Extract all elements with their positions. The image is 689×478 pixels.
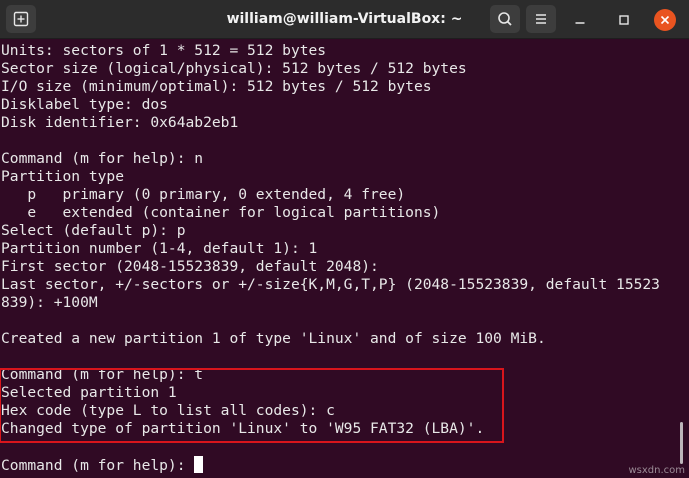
maximize-button[interactable] <box>613 9 635 31</box>
minimize-button[interactable] <box>569 9 591 31</box>
terminal-line: I/O size (minimum/optimal): 512 bytes / … <box>1 78 432 95</box>
maximize-icon <box>619 15 629 25</box>
terminal-line: Disk identifier: 0x64ab2eb1 <box>1 114 239 131</box>
scrollbar[interactable] <box>680 422 683 464</box>
menu-button[interactable] <box>526 5 556 33</box>
hamburger-menu-icon <box>536 14 546 24</box>
close-button[interactable] <box>654 9 676 31</box>
text-cursor <box>194 456 204 473</box>
terminal-line: Sector size (logical/physical): 512 byte… <box>1 60 467 77</box>
watermark: wsxdn.com <box>628 465 685 476</box>
terminal-line: p primary (0 primary, 0 extended, 4 free… <box>1 186 406 203</box>
search-icon <box>498 12 512 26</box>
search-button[interactable] <box>490 5 520 33</box>
terminal-line: 839): +100M <box>1 294 98 311</box>
terminal-line: Created a new partition 1 of type 'Linux… <box>1 330 546 347</box>
terminal-line: e extended (container for logical partit… <box>1 204 441 221</box>
terminal-line: Last sector, +/-sectors or +/-size{K,M,G… <box>1 276 660 293</box>
close-icon <box>660 15 670 25</box>
terminal-prompt-line[interactable]: Command (m for help): <box>1 456 676 474</box>
minimize-icon <box>575 22 585 24</box>
terminal-line: Command (m for help): n <box>1 150 204 167</box>
terminal-line: Select (default p): p <box>1 222 186 239</box>
new-tab-icon <box>13 11 29 27</box>
terminal-line: Units: sectors of 1 * 512 = 512 bytes <box>1 42 327 59</box>
terminal-line: Disklabel type: dos <box>1 96 168 113</box>
highlight-box <box>0 368 504 443</box>
terminal-line: Partition number (1-4, default 1): 1 <box>1 240 318 257</box>
new-tab-button[interactable] <box>6 5 36 33</box>
window-title: william@william-VirtualBox: ~ <box>226 11 463 27</box>
terminal-line: First sector (2048-15523839, default 204… <box>1 258 379 275</box>
title-bar: william@william-VirtualBox: ~ <box>0 0 689 39</box>
terminal-line: Partition type <box>1 168 125 185</box>
terminal-prompt: Command (m for help): <box>1 457 195 474</box>
